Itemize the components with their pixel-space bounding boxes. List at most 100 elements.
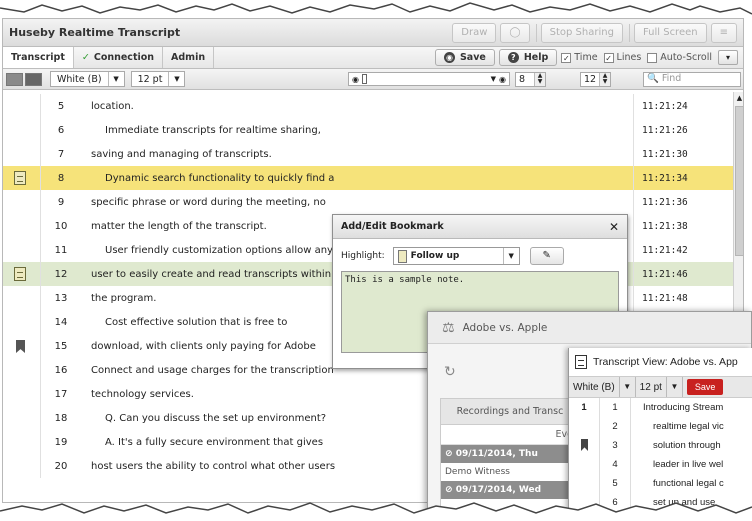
- spin-box-a[interactable]: 8 ▲ ▼: [515, 72, 546, 87]
- annotation-gutter[interactable]: [3, 406, 41, 430]
- annotation-gutter[interactable]: [3, 214, 41, 238]
- transcript-text: specific phrase or word during the meeti…: [91, 196, 326, 208]
- chevron-down-icon: ▼: [665, 377, 682, 397]
- chevron-down-icon: ▼: [618, 377, 635, 397]
- session-date: 09/11/2014, Thu: [455, 449, 538, 459]
- slider-dropdown-icon[interactable]: ▼: [491, 75, 496, 83]
- auto-scroll-checkbox[interactable]: Auto-Scroll: [647, 47, 712, 68]
- annotation-gutter[interactable]: [3, 334, 41, 358]
- chevron-down-icon: ▼: [502, 248, 519, 264]
- annotation-gutter[interactable]: [3, 310, 41, 334]
- annotation-gutter[interactable]: [3, 430, 41, 454]
- close-icon[interactable]: ✕: [609, 220, 619, 234]
- unchecked-icon: [647, 52, 658, 63]
- expand-icon: ⊘: [445, 449, 456, 459]
- tab-admin[interactable]: Admin: [163, 47, 215, 68]
- annotation-gutter[interactable]: [3, 166, 41, 190]
- timestamp: 11:21:34: [633, 166, 723, 190]
- line-number: 20: [54, 460, 68, 472]
- annotation-gutter[interactable]: [3, 454, 41, 478]
- stop-sharing-button[interactable]: Stop Sharing: [540, 22, 623, 43]
- options-menu-button[interactable]: ▾: [718, 50, 738, 65]
- lines-checkbox[interactable]: ✓ Lines: [603, 47, 642, 68]
- stepper-icon[interactable]: ▲ ▼: [599, 73, 610, 86]
- tv-row[interactable]: 3 solution through: [569, 436, 752, 455]
- playback-slider[interactable]: ◉ ▼ ◉: [348, 72, 510, 86]
- spin-b-value: 12: [584, 74, 597, 85]
- annotation-gutter[interactable]: [3, 94, 41, 118]
- annotation-gutter[interactable]: [3, 382, 41, 406]
- tab-bar: Transcript ✓ Connection Admin ◉ Save ? Help…: [3, 47, 743, 69]
- bookmark-icon[interactable]: [16, 340, 25, 353]
- full-screen-button[interactable]: Full Screen: [633, 22, 707, 43]
- save-button[interactable]: ◉ Save: [434, 49, 495, 66]
- annotation-gutter[interactable]: [3, 238, 41, 262]
- note-icon[interactable]: [14, 171, 26, 185]
- annotation-gutter[interactable]: [3, 118, 41, 142]
- tv-row[interactable]: 5 functional legal c: [569, 474, 752, 493]
- layout-split-icon[interactable]: [25, 72, 42, 86]
- highlight-select[interactable]: Follow up ▼: [392, 247, 520, 265]
- note-icon[interactable]: [14, 267, 26, 281]
- slider-end-icon[interactable]: ◉: [499, 75, 506, 84]
- highlight-value: Follow up: [410, 251, 460, 261]
- find-input[interactable]: 🔍 Find: [643, 72, 741, 87]
- line-number: 19: [54, 436, 68, 448]
- layout-view-icon[interactable]: [6, 72, 23, 86]
- lines-label: Lines: [616, 52, 642, 63]
- annotation-gutter[interactable]: [3, 190, 41, 214]
- transcript-view-header: Transcript View: Adobe vs. App: [569, 348, 752, 376]
- timestamp: 11:21:38: [633, 214, 723, 238]
- tab-admin-label: Admin: [171, 52, 206, 63]
- session-item[interactable]: Demo Witness: [441, 463, 579, 481]
- title-bar: Huseby Realtime Transcript Draw ◯ Stop S…: [3, 19, 743, 47]
- annotation-gutter[interactable]: [3, 286, 41, 310]
- time-checkbox[interactable]: ✓ Time: [561, 47, 598, 68]
- tab-connection[interactable]: ✓ Connection: [74, 47, 164, 68]
- tv-row[interactable]: 4 leader in live wel: [569, 455, 752, 474]
- slider-start-icon[interactable]: ◉: [352, 75, 359, 84]
- tv-line-number: 3: [599, 436, 631, 455]
- transcript-row[interactable]: 8 Dynamic search functionality to quickly…: [3, 166, 733, 190]
- slider-handle[interactable]: [361, 74, 367, 84]
- chevron-down-icon: ▼: [107, 72, 124, 86]
- line-number: 6: [57, 124, 65, 136]
- timestamp: 11:21:42: [633, 238, 723, 262]
- scroll-thumb[interactable]: [735, 106, 743, 256]
- edit-pencil-button[interactable]: ✎: [529, 247, 564, 265]
- tv-color-select[interactable]: White (B) ▼: [569, 377, 636, 397]
- tv-size-select[interactable]: 12 pt ▼: [636, 377, 683, 397]
- stepper-icon[interactable]: ▲ ▼: [534, 73, 545, 86]
- transcript-view-toolbar: White (B) ▼ 12 pt ▼ Save: [569, 376, 752, 398]
- tv-row[interactable]: 1 1 Introducing Stream: [569, 398, 752, 417]
- help-button[interactable]: ? Help: [498, 49, 558, 66]
- transcript-row[interactable]: 6 Immediate transcripts for realtime shar…: [3, 118, 733, 142]
- transcript-row[interactable]: 9 specific phrase or word during the meet…: [3, 190, 733, 214]
- font-size-select[interactable]: 12 pt ▼: [130, 71, 186, 87]
- title-separator: [535, 23, 537, 42]
- scroll-up-icon[interactable]: ▲: [734, 92, 743, 104]
- tv-line-number: 2: [599, 417, 631, 436]
- window-menu-icon[interactable]: ≡: [710, 22, 737, 43]
- tab-transcript[interactable]: Transcript: [3, 47, 74, 68]
- bookmark-icon[interactable]: [581, 439, 588, 451]
- document-icon: [575, 355, 587, 369]
- color-select[interactable]: White (B) ▼: [50, 71, 125, 87]
- spin-box-b[interactable]: 12 ▲ ▼: [580, 72, 611, 87]
- tv-row[interactable]: 2 realtime legal vic: [569, 417, 752, 436]
- tv-save-button[interactable]: Save: [686, 379, 724, 395]
- line-number: 13: [54, 292, 68, 304]
- check-icon: ✓: [81, 52, 90, 63]
- line-number: 15: [54, 340, 68, 352]
- session-date-row[interactable]: ⊘ 09/11/2014, Thu: [441, 445, 579, 463]
- transcript-row[interactable]: 7 saving and managing of transcripts. 11:2…: [3, 142, 733, 166]
- torn-edge-bottom: [0, 502, 752, 521]
- chevron-down-icon: ▼: [168, 72, 184, 86]
- annotation-gutter[interactable]: [3, 358, 41, 382]
- annotation-gutter[interactable]: [3, 262, 41, 286]
- refresh-icon[interactable]: ↻: [444, 364, 456, 380]
- draw-button[interactable]: Draw: [452, 22, 497, 43]
- pointer-button[interactable]: ◯: [500, 22, 530, 43]
- annotation-gutter[interactable]: [3, 142, 41, 166]
- transcript-row[interactable]: 5 location. 11:21:24: [3, 94, 733, 118]
